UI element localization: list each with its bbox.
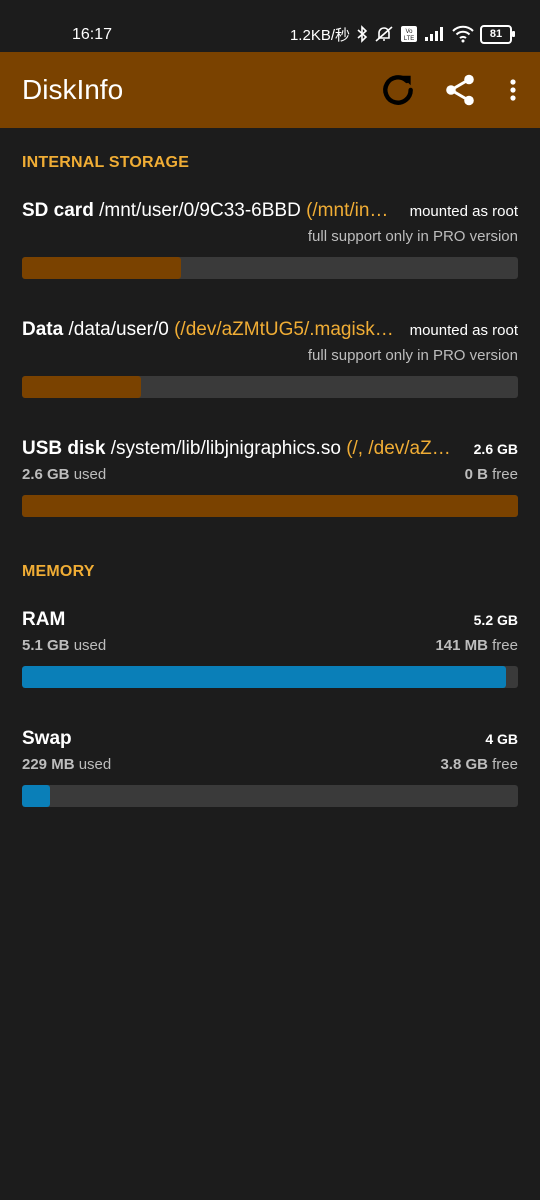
used-text: 2.6 GB used <box>22 466 106 483</box>
free-value: 0 B <box>464 466 488 483</box>
svg-text:Vo: Vo <box>405 29 413 35</box>
free-text: 3.8 GB free <box>440 756 518 773</box>
memory-total: 5.2 GB <box>473 612 518 628</box>
usage-fill <box>22 785 51 807</box>
storage-device: (/, /dev/aZ… <box>346 438 451 459</box>
memory-item-ram[interactable]: RAM 5.2 GB 5.1 GB used 141 MB free <box>22 609 518 688</box>
status-bar: 16:17 1.2KB/秒 Vo LTE 81 <box>0 0 540 52</box>
more-options-button[interactable] <box>502 70 524 110</box>
app-title: DiskInfo <box>22 74 124 105</box>
more-vert-icon <box>510 79 516 101</box>
used-label: used <box>73 637 107 654</box>
free-label: free <box>492 466 518 483</box>
memory-item-swap[interactable]: Swap 4 GB 229 MB used 3.8 GB free <box>22 728 518 807</box>
free-text: 141 MB free <box>435 637 518 654</box>
used-label: used <box>78 756 112 773</box>
storage-total: 2.6 GB <box>473 441 518 457</box>
memory-header: MEMORY <box>22 563 95 580</box>
storage-item-usb-disk[interactable]: USB disk /system/lib/libjnigraphics.so (… <box>22 438 518 517</box>
net-speed: 1.2KB/秒 <box>289 26 350 44</box>
storage-path: /system/lib/libjnigraphics.so <box>110 438 341 459</box>
usage-bar <box>22 376 518 398</box>
used-value: 2.6 GB <box>22 466 70 483</box>
storage-device: (/dev/aZMtUG5/.magisk… <box>174 319 394 340</box>
pro-note: full support only in PRO version <box>307 347 518 364</box>
usage-fill <box>22 257 181 279</box>
usage-fill <box>22 495 518 517</box>
wifi-icon <box>452 24 474 44</box>
memory-name: Swap <box>22 728 72 749</box>
free-label: free <box>492 637 518 654</box>
status-icons: 1.2KB/秒 Vo LTE 81 <box>289 24 515 44</box>
status-time: 16:17 <box>72 26 113 43</box>
used-value: 5.1 GB <box>22 637 70 654</box>
share-icon <box>446 74 474 106</box>
usage-bar <box>22 495 518 517</box>
usage-bar <box>22 785 518 807</box>
free-label: free <box>492 756 518 773</box>
memory-total: 4 GB <box>485 731 518 747</box>
storage-name: USB disk <box>22 438 106 459</box>
storage-path: /mnt/user/0/9C33-6BBD <box>99 200 301 221</box>
used-value: 229 MB <box>22 756 75 773</box>
app-bar: DiskInfo <box>0 52 540 128</box>
signal-icon <box>424 24 446 44</box>
refresh-button[interactable] <box>378 70 418 110</box>
usage-fill <box>22 666 506 688</box>
pro-note: full support only in PRO version <box>307 228 518 245</box>
used-text: 229 MB used <box>22 756 111 773</box>
usage-bar <box>22 257 518 279</box>
storage-item-data[interactable]: Data /data/user/0 (/dev/aZMtUG5/.magisk…… <box>22 319 518 398</box>
free-value: 3.8 GB <box>440 756 488 773</box>
free-text: 0 B free <box>465 466 518 483</box>
used-label: used <box>73 466 107 483</box>
mount-status: mounted as root <box>409 203 518 220</box>
svg-text:LTE: LTE <box>404 36 415 42</box>
used-text: 5.1 GB used <box>22 637 106 654</box>
volte-icon: Vo LTE <box>400 24 418 44</box>
storage-item-sd-card[interactable]: SD card /mnt/user/0/9C33-6BBD (/mnt/in… … <box>22 200 518 279</box>
internal-storage-header: INTERNAL STORAGE <box>22 154 190 171</box>
free-value: 141 MB <box>435 637 488 654</box>
storage-device: (/mnt/in… <box>306 200 389 221</box>
battery-icon: 81 <box>480 24 515 44</box>
mount-status: mounted as root <box>409 322 518 339</box>
share-button[interactable] <box>440 70 480 110</box>
usage-fill <box>22 376 142 398</box>
storage-name: Data <box>22 319 64 340</box>
mute-icon <box>374 24 394 44</box>
usage-bar <box>22 666 518 688</box>
refresh-icon <box>383 75 413 105</box>
bluetooth-icon <box>356 24 368 44</box>
storage-name: SD card <box>22 200 94 221</box>
battery-level: 81 <box>489 28 503 40</box>
storage-path: /data/user/0 <box>68 319 169 340</box>
memory-name: RAM <box>22 609 66 630</box>
